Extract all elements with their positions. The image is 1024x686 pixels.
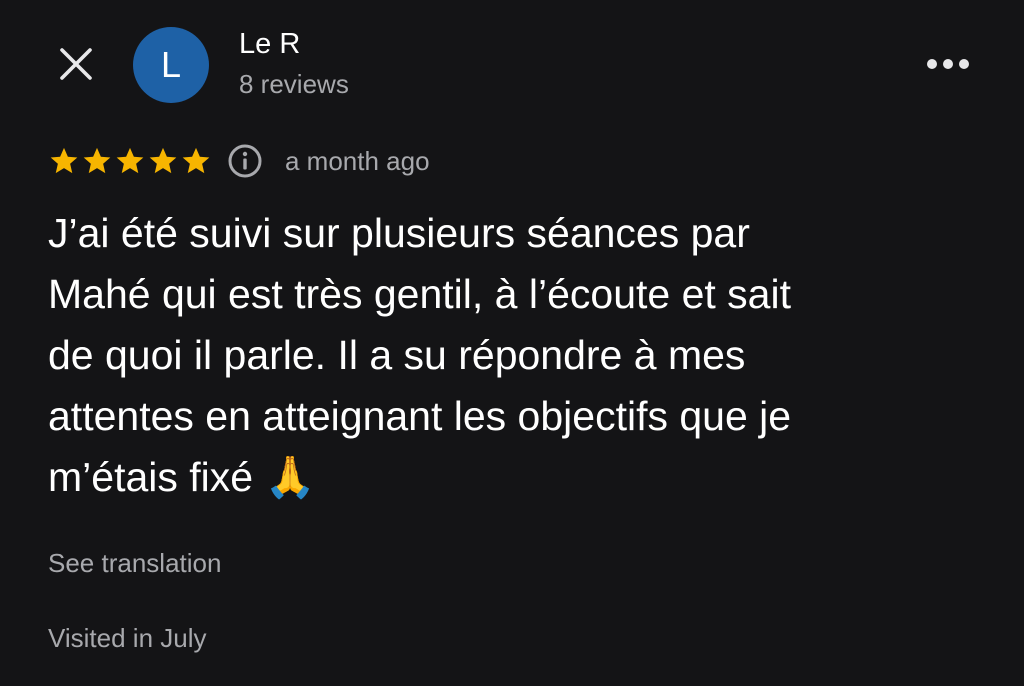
review-detail-page: L Le R 8 reviews a month ago J’ai été su… (0, 0, 1024, 686)
info-button[interactable] (227, 143, 263, 179)
see-translation-link[interactable]: See translation (48, 548, 221, 579)
star-icon (50, 147, 78, 174)
star-icon (83, 147, 111, 174)
star-icon (182, 147, 210, 174)
more-horizontal-icon (927, 59, 969, 69)
reviewer-name[interactable]: Le R (239, 28, 300, 61)
close-button[interactable] (52, 40, 100, 88)
star-rating (48, 145, 213, 177)
review-header: L Le R 8 reviews (0, 0, 1024, 130)
avatar[interactable]: L (133, 27, 209, 103)
more-options-button[interactable] (920, 44, 976, 84)
review-time: a month ago (285, 145, 430, 176)
star-icon (116, 147, 144, 174)
visited-date: Visited in July (48, 623, 207, 653)
close-icon (60, 48, 92, 80)
rating-row: a month ago (48, 140, 430, 182)
review-text: J’ai été suivi sur plusieurs séances par… (48, 210, 792, 500)
star-icon (149, 147, 177, 174)
info-icon (228, 144, 262, 178)
avatar-letter: L (160, 44, 182, 85)
reviewer-review-count: 8 reviews (239, 69, 349, 99)
